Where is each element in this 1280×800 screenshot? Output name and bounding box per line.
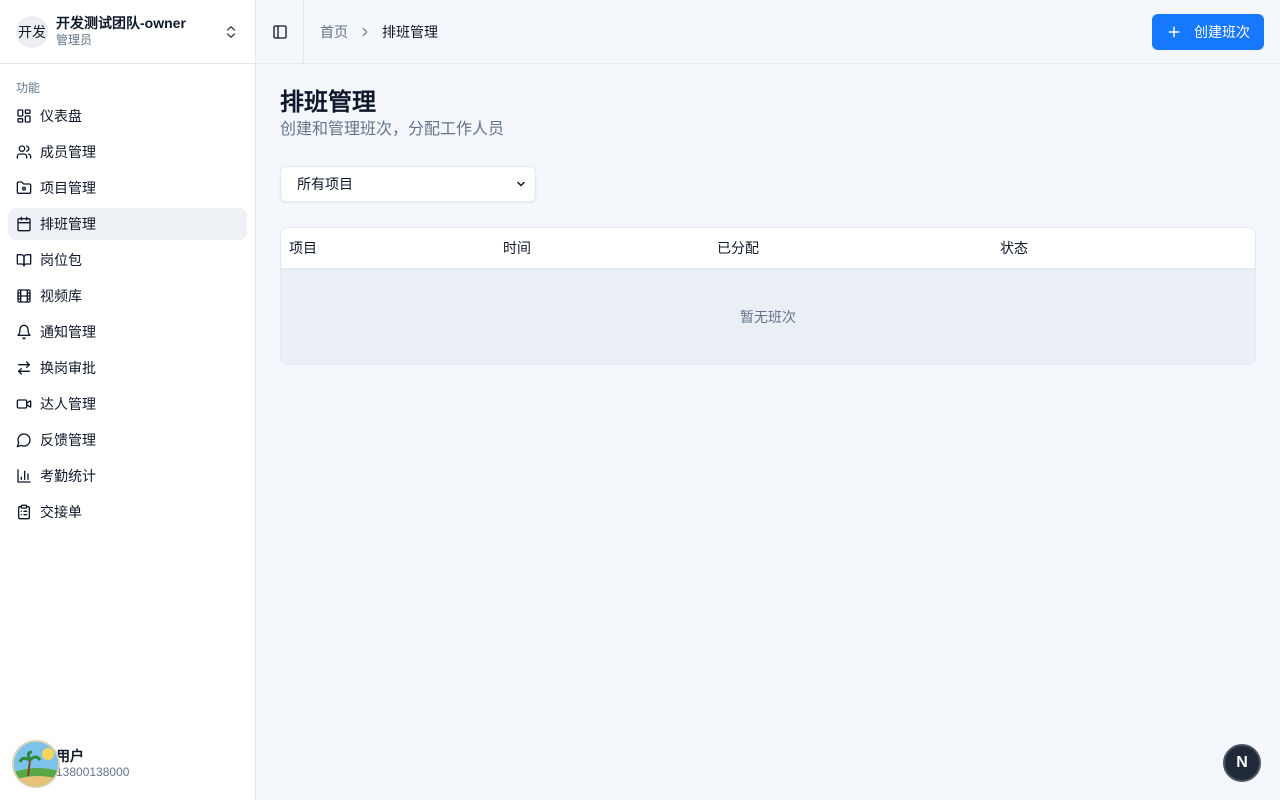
team-role: 管理员 [56, 33, 93, 48]
dashboard-icon [17, 109, 31, 123]
sidebar-toggle-button[interactable] [256, 0, 304, 63]
team-info: 开发测试团队-owner 管理员 [56, 15, 223, 47]
sidebar-item-notifications[interactable]: 通知管理 [8, 316, 247, 348]
user-profile[interactable]: 用户 13800138000 [12, 740, 129, 788]
sidebar-item-label: 成员管理 [40, 144, 96, 160]
sidebar-item-label: 岗位包 [40, 252, 82, 268]
film-icon [17, 289, 31, 303]
project-filter-value: 所有项目 [297, 176, 353, 192]
shift-table: 项目 时间 已分配 状态 暂无班次 [280, 227, 1256, 365]
fab-label: N [1236, 754, 1248, 771]
empty-state-text: 暂无班次 [740, 308, 796, 325]
users-icon [16, 145, 32, 159]
page-subtitle: 创建和管理班次，分配工作人员 [280, 121, 505, 138]
create-shift-button[interactable]: 创建班次 [1152, 14, 1264, 50]
team-avatar: 开发 [16, 15, 48, 48]
avatar-image [14, 742, 58, 786]
top-header: 首页 排班管理 创建班次 [256, 0, 1280, 64]
sidebar-item-label: 项目管理 [40, 180, 96, 196]
swap-icon [18, 361, 30, 375]
sidebar-item-dashboard[interactable]: 仪表盘 [8, 100, 247, 132]
project-filter-select[interactable]: 所有项目 [280, 166, 536, 202]
folder-icon [16, 181, 32, 194]
breadcrumb: 首页 排班管理 [320, 22, 438, 42]
sidebar-item-label: 仪表盘 [40, 108, 82, 124]
sidebar-item-scheduling[interactable]: 排班管理 [8, 208, 247, 240]
column-header-time: 时间 [503, 240, 531, 256]
table-header: 项目 时间 已分配 状态 [281, 228, 1255, 269]
sidebar-item-creators[interactable]: 达人管理 [8, 388, 247, 420]
sidebar-item-label: 通知管理 [40, 324, 96, 340]
column-header-assigned: 已分配 [717, 240, 759, 256]
sidebar-item-projects[interactable]: 项目管理 [8, 172, 247, 204]
sidebar-item-label: 视频库 [40, 288, 82, 304]
panel-left-icon [272, 24, 287, 39]
breadcrumb-home-link[interactable]: 首页 [320, 22, 348, 42]
sidebar-item-label: 考勤统计 [40, 468, 96, 484]
sidebar: 开发 开发测试团队-owner 管理员 功能 仪表盘 成员管理 项目管理 排班管… [0, 0, 256, 800]
table-empty-state: 暂无班次 [281, 269, 1255, 364]
chevron-down-icon [517, 181, 525, 187]
sidebar-item-label: 排班管理 [40, 216, 96, 232]
sidebar-item-members[interactable]: 成员管理 [8, 136, 247, 168]
video-icon [16, 399, 32, 409]
create-shift-label: 创建班次 [1194, 24, 1250, 40]
bell-icon [17, 324, 31, 340]
floating-action-button[interactable]: N [1223, 744, 1261, 782]
sidebar-item-positions[interactable]: 岗位包 [8, 244, 247, 276]
main-content: 排班管理 创建和管理班次，分配工作人员 所有项目 项目 时间 已分配 状态 暂无… [280, 88, 1256, 365]
plus-icon [1168, 26, 1180, 38]
column-header-status: 状态 [1000, 240, 1028, 256]
sidebar-item-attendance[interactable]: 考勤统计 [8, 460, 247, 492]
team-switcher[interactable]: 开发 开发测试团队-owner 管理员 [0, 0, 255, 64]
sidebar-nav: 仪表盘 成员管理 项目管理 排班管理 岗位包 视频库 通知管理 换岗审批 达人管… [0, 100, 255, 528]
sidebar-item-handover[interactable]: 交接单 [8, 496, 247, 528]
sidebar-item-label: 达人管理 [40, 396, 96, 412]
user-name: 用户 [56, 747, 84, 764]
clipboard-icon [18, 504, 30, 520]
sidebar-item-shift-swap[interactable]: 换岗审批 [8, 352, 247, 384]
avatar [12, 740, 60, 788]
sidebar-item-feedback[interactable]: 反馈管理 [8, 424, 247, 456]
column-header-project: 项目 [289, 240, 317, 256]
nav-section-label: 功能 [16, 81, 41, 95]
sidebar-item-label: 交接单 [40, 504, 82, 520]
book-icon [16, 254, 32, 267]
chevrons-up-down-icon[interactable] [223, 24, 239, 40]
sidebar-item-label: 反馈管理 [40, 432, 96, 448]
user-phone: 13800138000 [56, 765, 130, 780]
message-icon [16, 433, 31, 448]
team-name: 开发测试团队-owner [56, 15, 186, 32]
chevron-right-icon [362, 27, 368, 36]
calendar-icon [17, 216, 31, 232]
sidebar-item-videos[interactable]: 视频库 [8, 280, 247, 312]
page-title: 排班管理 [280, 89, 376, 116]
bar-chart-icon [17, 469, 31, 483]
user-info: 用户 13800138000 [56, 748, 129, 781]
sidebar-item-label: 换岗审批 [40, 360, 96, 376]
breadcrumb-current: 排班管理 [382, 23, 438, 40]
